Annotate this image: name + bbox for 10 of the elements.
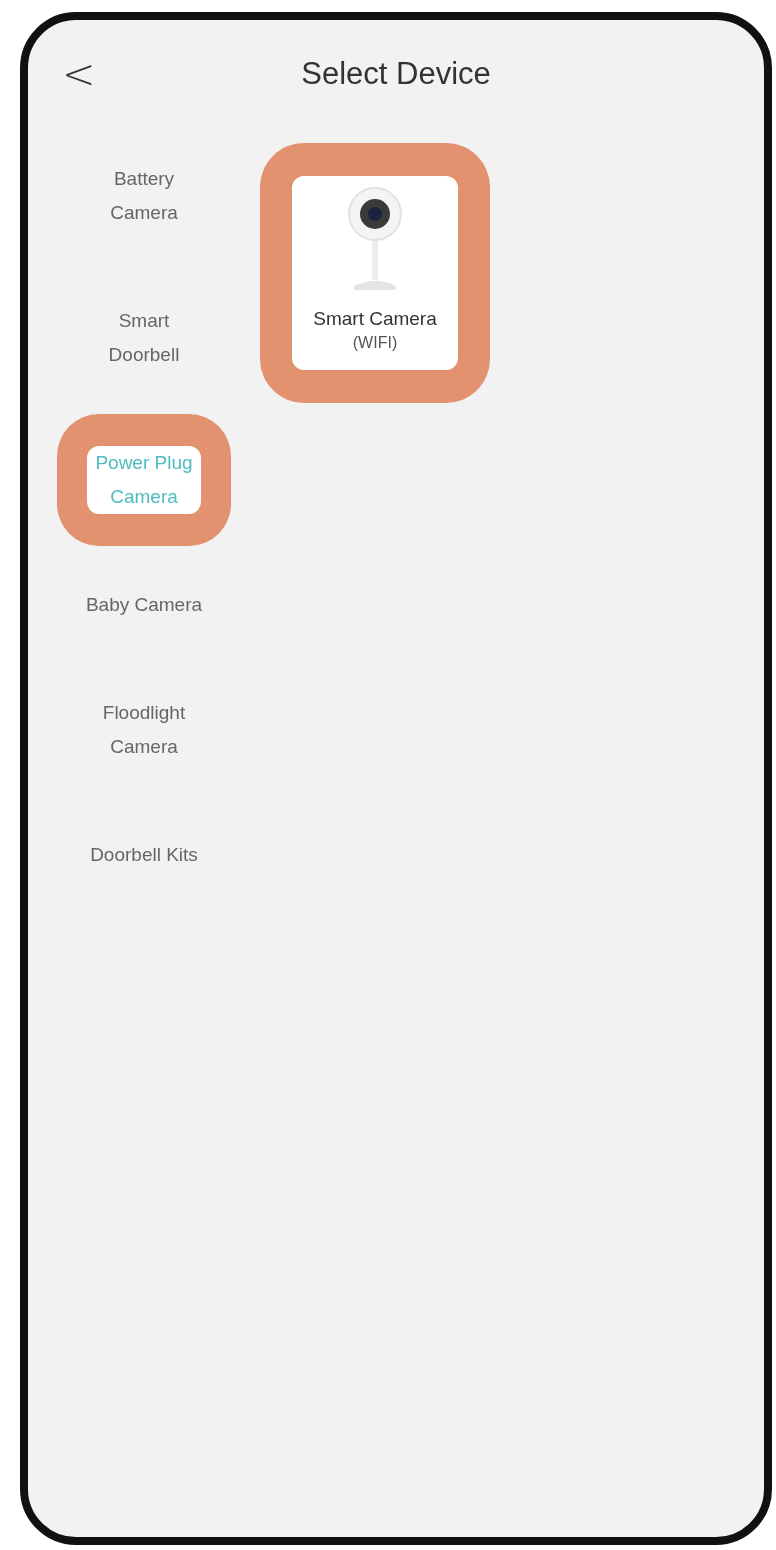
category-item[interactable]: Baby Camera (77, 588, 211, 622)
back-button[interactable]: < (62, 54, 96, 94)
device-name: Smart Camera (313, 308, 437, 330)
category-item[interactable]: Doorbell Kits (82, 838, 206, 872)
page-title: Select Device (301, 56, 491, 92)
category-item[interactable]: Smart Doorbell (100, 304, 188, 372)
category-item[interactable]: Floodlight Camera (94, 696, 194, 764)
device-subtitle: (WIFI) (352, 334, 398, 352)
category-item[interactable]: Battery Camera (102, 162, 186, 230)
device-card[interactable]: Smart Camera (WIFI) (292, 176, 458, 370)
